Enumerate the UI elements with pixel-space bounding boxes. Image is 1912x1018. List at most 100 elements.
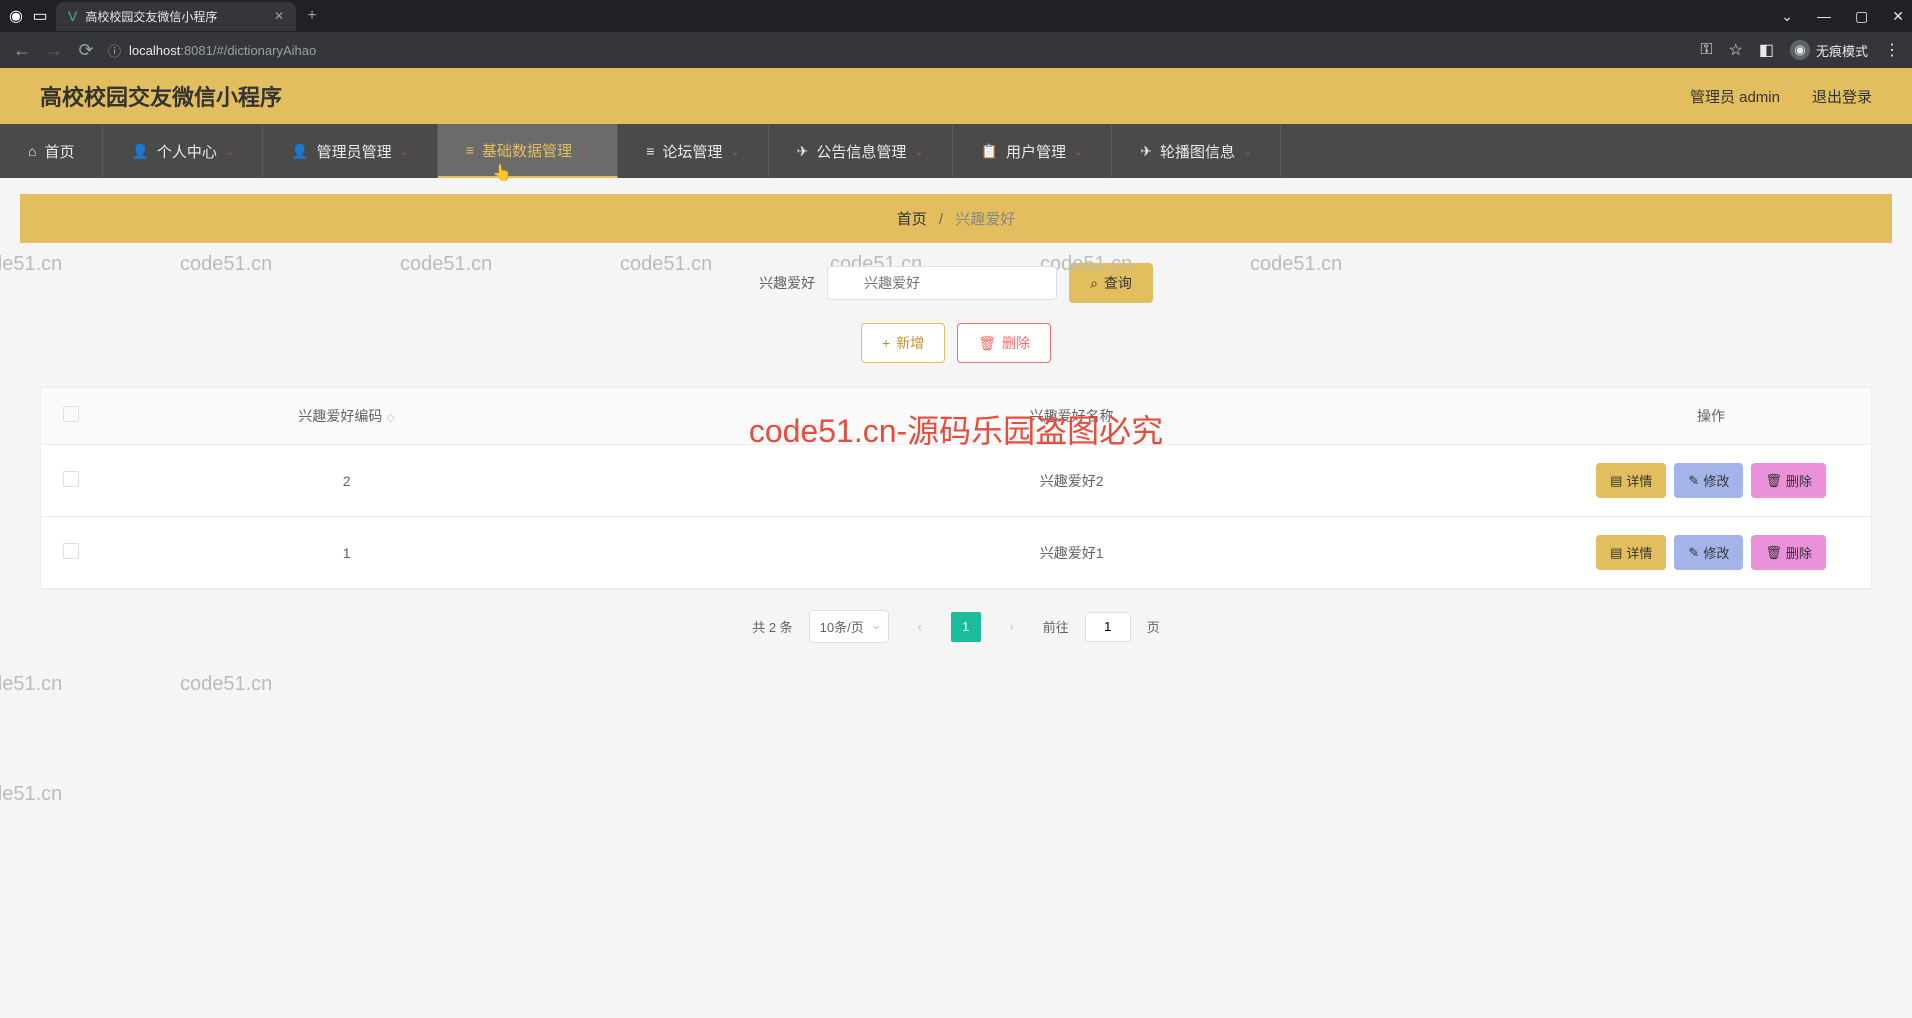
logout-link[interactable]: 退出登录 [1812, 86, 1872, 107]
app-header: 高校校园交友微信小程序 管理员 admin 退出登录 [0, 68, 1912, 124]
chevron-down-icon: ⌄ [871, 617, 882, 633]
edit-icon: ✎ [1688, 473, 1699, 489]
app-title: 高校校园交友微信小程序 [40, 80, 282, 112]
home-icon: ⌂ [28, 143, 36, 159]
send-icon: ✈ [797, 143, 809, 160]
prev-page-button[interactable]: ‹ [905, 612, 935, 642]
browser-tab-bar: ◉ ▭ V 高校校园交友微信小程序 ✕ + ⌄ — ▢ ✕ [0, 0, 1912, 32]
list-icon: ≡ [466, 142, 474, 158]
key-icon[interactable]: ⚿ [1700, 41, 1712, 59]
menubar: ⌂首页 👤个人中心⌄ 👤管理员管理⌄ ≡基础数据管理⌄ ≡论坛管理⌄ ✈公告信息… [0, 124, 1912, 178]
watermark: code51.cn [0, 673, 62, 696]
vue-icon: V [68, 8, 77, 24]
doc-icon: ▤ [1610, 473, 1622, 489]
plus-icon: + [882, 335, 890, 351]
menu-notice[interactable]: ✈公告信息管理⌄ [769, 124, 953, 178]
table-header: 兴趣爱好编码◇ 兴趣爱好名称 操作 [41, 388, 1871, 445]
search-icon: ⌕ [1090, 275, 1098, 292]
cell-code: 2 [101, 455, 592, 507]
incognito-icon: ◉ [1790, 40, 1810, 60]
extension-icon[interactable]: ◧ [1759, 40, 1774, 60]
add-button[interactable]: +新增 [861, 323, 945, 363]
cell-name: 兴趣爱好2 [592, 453, 1551, 509]
edit-button[interactable]: ✎修改 [1674, 463, 1743, 498]
user-icon: 👤 [291, 143, 308, 160]
edit-button[interactable]: ✎修改 [1674, 535, 1743, 570]
star-icon[interactable]: ☆ [1729, 40, 1743, 60]
action-row: +新增 🗑删除 [40, 323, 1872, 363]
trash-icon: 🗑 [1765, 473, 1782, 489]
trash-icon: 🗑 [1765, 545, 1782, 561]
select-all-checkbox[interactable] [63, 406, 79, 422]
close-tab-icon[interactable]: ✕ [274, 9, 284, 23]
edit-icon: ✎ [1688, 545, 1699, 561]
chevron-down-icon: ⌄ [580, 144, 589, 157]
row-delete-button[interactable]: 🗑删除 [1751, 463, 1826, 498]
search-input[interactable] [827, 266, 1057, 300]
page-button-1[interactable]: 1 [951, 612, 981, 642]
close-window-icon[interactable]: ✕ [1892, 8, 1904, 25]
table-row: 2 兴趣爱好2 ▤详情 ✎修改 🗑删除 [41, 445, 1871, 517]
menu-forum[interactable]: ≡论坛管理⌄ [618, 124, 768, 178]
search-row: 兴趣爱好 ⌕ ⌕查询 [40, 263, 1872, 303]
goto-page-input[interactable] [1085, 612, 1131, 642]
pagination: 共 2 条 10条/页 ⌄ ‹ 1 › 前往 页 [40, 610, 1872, 643]
maximize-icon[interactable]: ▢ [1855, 8, 1868, 25]
user-icon: 👤 [131, 143, 148, 160]
menu-users[interactable]: 📋用户管理⌄ [953, 124, 1113, 178]
row-checkbox[interactable] [63, 471, 79, 487]
total-text: 共 2 条 [752, 617, 792, 636]
browser-tab[interactable]: V 高校校园交友微信小程序 ✕ [56, 2, 296, 31]
menu-home[interactable]: ⌂首页 [0, 124, 103, 178]
breadcrumb-current: 兴趣爱好 [955, 211, 1015, 228]
query-button[interactable]: ⌕查询 [1069, 263, 1153, 303]
new-tab-icon[interactable]: + [304, 8, 320, 24]
chevron-down-icon: ⌄ [225, 145, 234, 158]
chevron-down-icon: ⌄ [400, 145, 409, 158]
col-ops: 操作 [1551, 388, 1871, 444]
menu-basedata[interactable]: ≡基础数据管理⌄ [438, 124, 618, 178]
row-checkbox[interactable] [63, 543, 79, 559]
forward-icon[interactable]: → [44, 40, 64, 61]
menu-admin[interactable]: 👤管理员管理⌄ [263, 124, 438, 178]
detail-button[interactable]: ▤详情 [1596, 463, 1666, 498]
address-bar: ← → ⟳ ⓘ localhost:8081/#/dictionaryAihao… [0, 32, 1912, 68]
clipboard-icon: 📋 [981, 143, 998, 160]
back-icon[interactable]: ← [12, 40, 32, 61]
minimize-icon[interactable]: — [1817, 8, 1831, 25]
chevron-down-icon: ⌄ [1243, 145, 1252, 158]
delete-button[interactable]: 🗑删除 [957, 323, 1051, 363]
chevron-down-icon: ⌄ [1074, 145, 1083, 158]
watermark: code51.cn [180, 673, 272, 696]
sort-icon: ◇ [386, 412, 394, 424]
globe-icon: ◉ [8, 8, 24, 24]
trash-icon: 🗑 [978, 335, 996, 352]
menu-personal[interactable]: 👤个人中心⌄ [103, 124, 263, 178]
breadcrumb-home[interactable]: 首页 [897, 211, 927, 228]
incognito-badge: ◉ 无痕模式 [1790, 40, 1868, 60]
url-input[interactable]: ⓘ localhost:8081/#/dictionaryAihao [108, 41, 1688, 60]
detail-button[interactable]: ▤详情 [1596, 535, 1666, 570]
col-name: 兴趣爱好名称 [592, 388, 1551, 444]
menu-carousel[interactable]: ✈轮播图信息⌄ [1112, 124, 1281, 178]
row-delete-button[interactable]: 🗑删除 [1751, 535, 1826, 570]
col-code[interactable]: 兴趣爱好编码◇ [101, 388, 592, 444]
menu-icon[interactable]: ⋮ [1884, 40, 1900, 60]
search-label: 兴趣爱好 [759, 273, 815, 293]
per-page-select[interactable]: 10条/页 ⌄ [809, 610, 889, 643]
next-page-button[interactable]: › [997, 612, 1027, 642]
tab-title: 高校校园交友微信小程序 [85, 8, 217, 25]
doc-icon: ▤ [1610, 545, 1622, 561]
table-row: 1 兴趣爱好1 ▤详情 ✎修改 🗑删除 [41, 517, 1871, 589]
breadcrumb: 首页 / 兴趣爱好 [20, 194, 1892, 243]
list-icon: ≡ [646, 143, 654, 159]
reload-icon[interactable]: ⟳ [76, 40, 96, 61]
watermark: code51.cn [0, 783, 62, 806]
data-table: 兴趣爱好编码◇ 兴趣爱好名称 操作 2 兴趣爱好2 ▤详情 ✎修改 🗑删除 1 … [40, 387, 1872, 590]
send-icon: ✈ [1140, 143, 1152, 160]
caret-down-icon[interactable]: ⌄ [1781, 8, 1793, 25]
app-icon: ▭ [32, 8, 48, 24]
cell-code: 1 [101, 527, 592, 579]
user-label[interactable]: 管理员 admin [1690, 86, 1780, 107]
chevron-down-icon: ⌄ [730, 145, 739, 158]
